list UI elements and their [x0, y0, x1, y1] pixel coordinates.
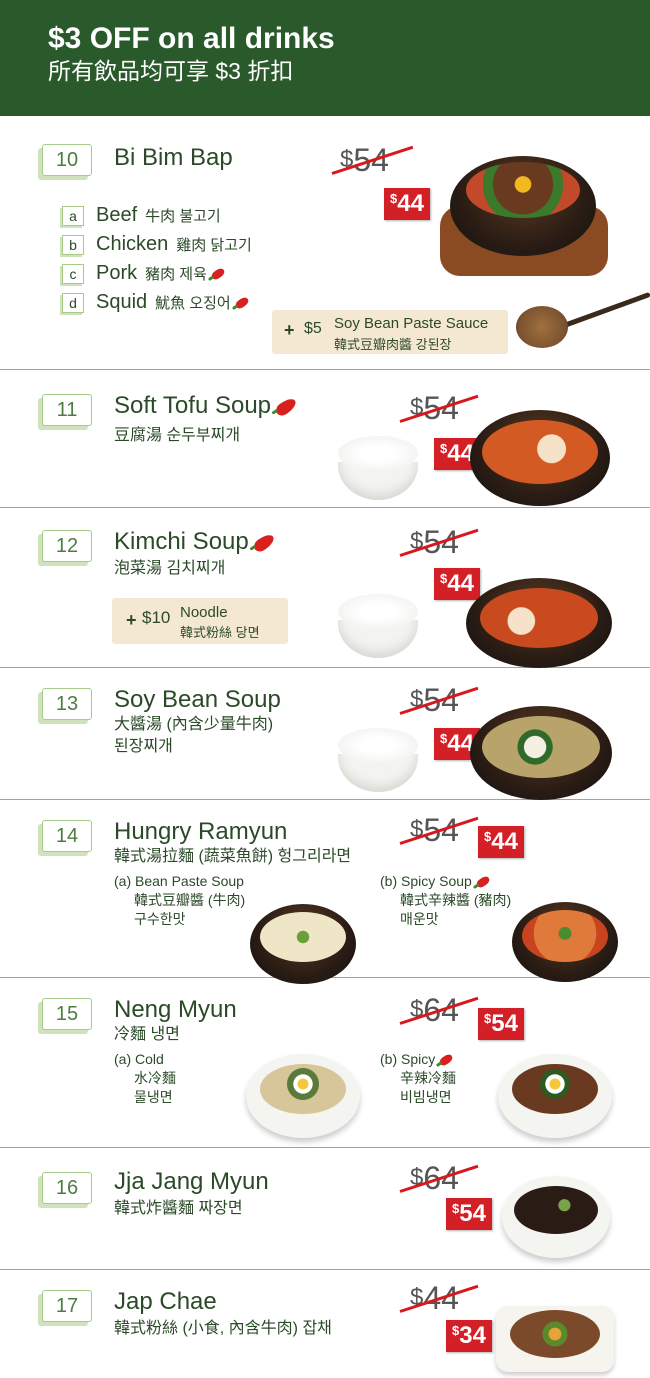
variant-bean-paste[interactable]: (a) Bean Paste Soup 韓式豆瓣醬 (牛肉) 구수한맛 — [114, 872, 245, 929]
option-pork[interactable]: c Pork 豬肉 제육 — [62, 262, 226, 285]
rice-bowl-icon — [338, 728, 418, 792]
option-squid[interactable]: d Squid 魷魚 오징어 — [62, 291, 250, 314]
tofu-soup-icon — [470, 410, 610, 510]
item-subtitle: 冷麵 냉면 — [114, 1026, 180, 1043]
addon-noodle[interactable]: + $10 Noodle 韓式粉絲 당면 — [112, 598, 288, 644]
item-title: Hungry Ramyun — [114, 818, 288, 845]
rice-bowl-icon — [338, 594, 418, 658]
chili-icon — [273, 395, 299, 418]
variant-cold[interactable]: (a) Cold 水冷麵 물냉면 — [114, 1050, 176, 1107]
soy-bean-soup-icon — [470, 706, 612, 800]
menu-item-13[interactable]: 13 Soy Bean Soup 大醬湯 (內含少量牛肉) 된장찌개 $54 $… — [0, 668, 650, 800]
item-title: Soft Tofu Soup — [114, 392, 299, 420]
variant-spicy[interactable]: (b) Spicy Soup 韓式辛辣醬 (豬肉) 매운맛 — [380, 872, 511, 929]
item-subtitle: 泡菜湯 김치찌개 — [114, 560, 226, 577]
menu-item-10[interactable]: 10 Bi Bim Bap $54 $44 a Beef 牛肉 불고기 b Ch… — [0, 116, 650, 370]
item-number: 11 — [42, 394, 92, 426]
spicy-cold-noodle-icon — [498, 1054, 612, 1138]
item-title: Soy Bean Soup — [114, 686, 281, 713]
chili-icon — [209, 266, 226, 281]
item-number: 16 — [42, 1172, 92, 1204]
item-number: 13 — [42, 688, 92, 720]
item-number: 10 — [42, 144, 92, 176]
new-price: $44 — [384, 188, 430, 220]
chili-icon — [233, 295, 250, 310]
option-chicken[interactable]: b Chicken 雞肉 닭고기 — [62, 233, 252, 256]
item-number: 14 — [42, 820, 92, 852]
rice-bowl-icon — [338, 436, 418, 500]
jjajang-noodle-icon — [502, 1176, 610, 1258]
item-number: 17 — [42, 1290, 92, 1322]
new-price: $44 — [478, 826, 524, 858]
new-price: $34 — [446, 1320, 492, 1352]
sauce-spoon-icon — [516, 284, 650, 354]
item-title: Jja Jang Myun — [114, 1168, 269, 1195]
item-title: Bi Bim Bap — [114, 144, 233, 171]
item-number: 15 — [42, 998, 92, 1030]
item-subtitle: 韓式炸醬麵 짜장면 — [114, 1200, 243, 1217]
menu-item-17[interactable]: 17 Jap Chae 韓式粉絲 (小食, 內含牛肉) 잡채 $44 $34 — [0, 1270, 650, 1378]
menu-item-12[interactable]: 12 Kimchi Soup 泡菜湯 김치찌개 $54 $44 + $10 No… — [0, 508, 650, 668]
kimchi-soup-icon — [466, 578, 612, 668]
item-title: Neng Myun — [114, 996, 237, 1023]
addon-sauce[interactable]: + $5 Soy Bean Paste Sauce 韓式豆瓣肉醬 강된장 — [272, 310, 508, 354]
bibimbap-stone-bowl-icon — [440, 146, 610, 286]
menu-item-16[interactable]: 16 Jja Jang Myun 韓式炸醬麵 짜장면 $64 $54 — [0, 1148, 650, 1270]
item-subtitle-korean: 된장찌개 — [114, 738, 173, 755]
item-number: 12 — [42, 530, 92, 562]
item-subtitle: 豆腐湯 순두부찌개 — [114, 427, 241, 444]
cold-noodle-icon — [246, 1054, 360, 1138]
option-beef[interactable]: a Beef 牛肉 불고기 — [62, 204, 221, 227]
chili-icon — [251, 531, 277, 554]
menu-item-15[interactable]: 15 Neng Myun 冷麵 냉면 $64 $54 (a) Cold 水冷麵 … — [0, 978, 650, 1148]
bean-paste-ramyun-icon — [250, 904, 356, 984]
promo-banner: $3 OFF on all drinks 所有飲品均可享 $3 折扣 — [0, 0, 650, 116]
chili-icon — [474, 875, 491, 890]
chili-icon — [438, 1053, 455, 1068]
item-title: Kimchi Soup — [114, 528, 277, 556]
japchae-icon — [496, 1296, 614, 1374]
item-subtitle: 韓式湯拉麵 (蔬菜魚餅) 헝그리라면 — [114, 848, 352, 865]
promo-subtitle: 所有飲品均可享 $3 折扣 — [48, 58, 294, 84]
menu-item-14[interactable]: 14 Hungry Ramyun 韓式湯拉麵 (蔬菜魚餅) 헝그리라면 $54 … — [0, 800, 650, 984]
item-subtitle: 韓式粉絲 (小食, 內含牛肉) 잡채 — [114, 1320, 332, 1337]
new-price: $54 — [446, 1198, 492, 1230]
variant-spicy[interactable]: (b) Spicy 辛辣冷麵 비빔냉면 — [380, 1050, 456, 1107]
menu-item-11[interactable]: 11 Soft Tofu Soup 豆腐湯 순두부찌개 $54 $44 — [0, 370, 650, 508]
item-subtitle: 大醬湯 (內含少量牛肉) — [114, 716, 274, 733]
spicy-ramyun-icon — [512, 902, 618, 982]
new-price: $54 — [478, 1008, 524, 1040]
item-title: Jap Chae — [114, 1288, 217, 1315]
promo-title: $3 OFF on all drinks — [48, 22, 335, 55]
